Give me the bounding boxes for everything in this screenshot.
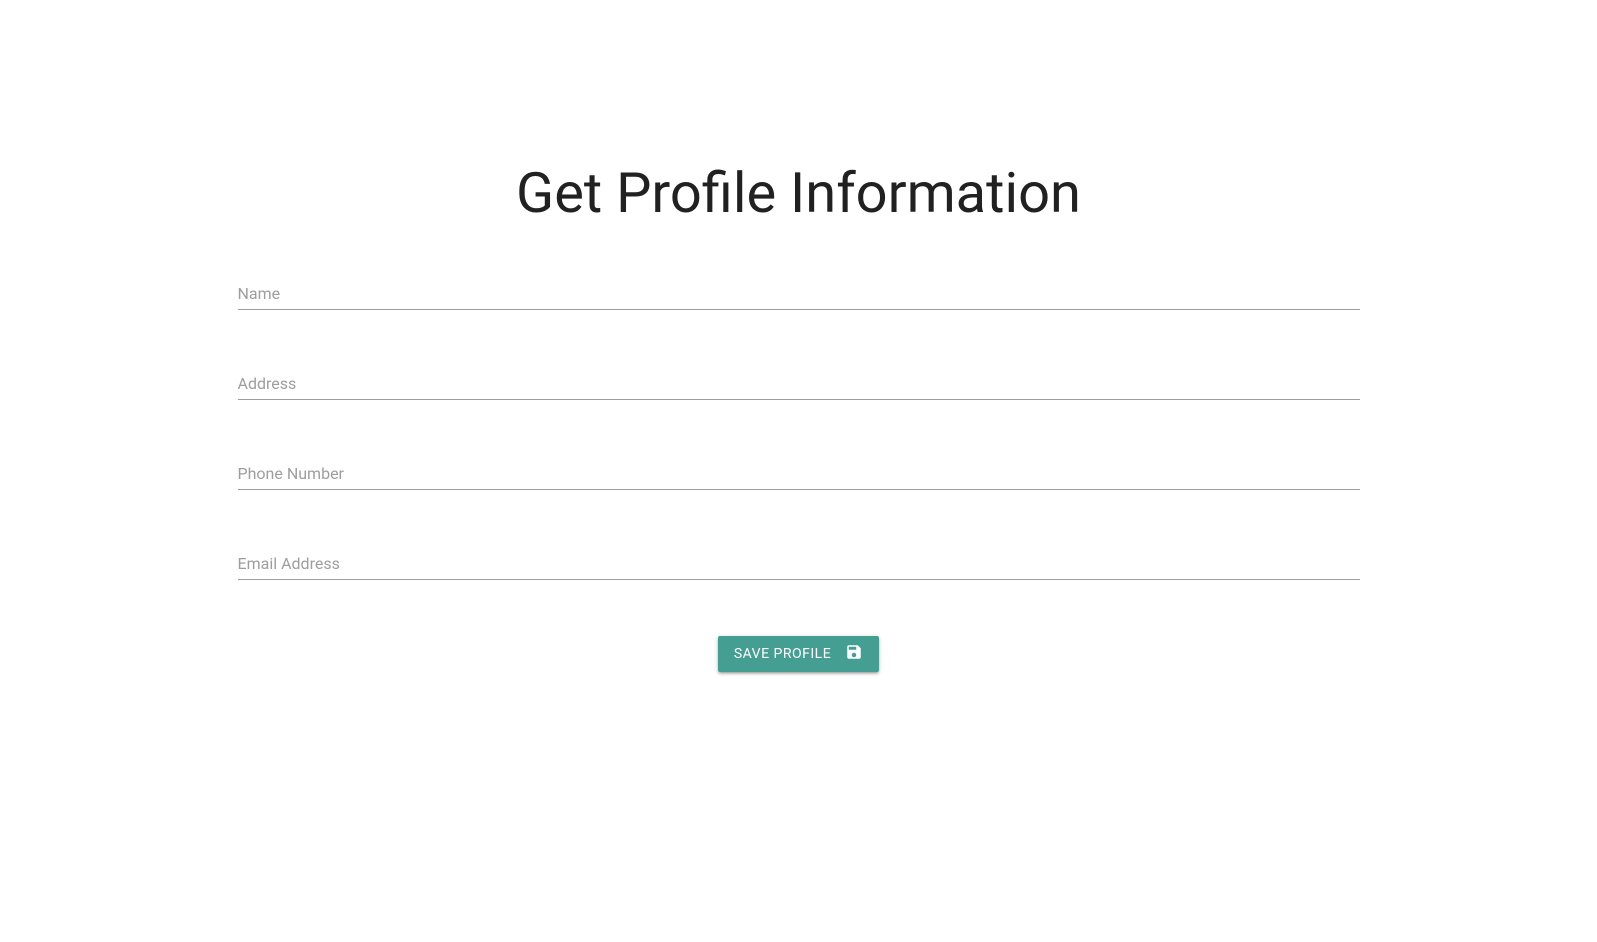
email-field-group — [238, 546, 1360, 580]
phone-input[interactable] — [238, 456, 1360, 490]
profile-form-container: Get Profile Information SAVE PROFILE — [238, 0, 1360, 672]
save-profile-button[interactable]: SAVE PROFILE — [718, 636, 879, 672]
name-field-group — [238, 276, 1360, 310]
email-input[interactable] — [238, 546, 1360, 580]
page-title: Get Profile Information — [238, 160, 1360, 226]
button-row: SAVE PROFILE — [238, 636, 1360, 672]
save-button-label: SAVE PROFILE — [734, 646, 831, 662]
phone-field-group — [238, 456, 1360, 490]
address-field-group — [238, 366, 1360, 400]
save-icon — [845, 643, 863, 665]
name-input[interactable] — [238, 276, 1360, 310]
address-input[interactable] — [238, 366, 1360, 400]
